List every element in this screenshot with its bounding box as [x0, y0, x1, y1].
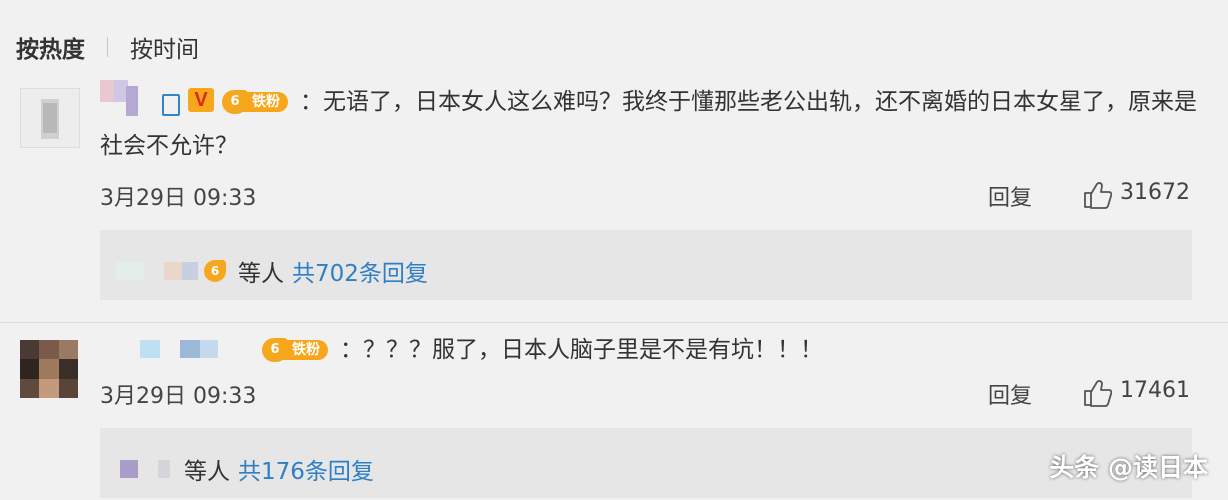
- reply-summary: 6 等人 共702条回复: [116, 254, 428, 288]
- comment-text: ：？？？服了，日本人脑子里是不是有坑！！！: [340, 337, 823, 363]
- replier-nickname: [116, 262, 144, 280]
- sort-by-hot-tab[interactable]: 按热度: [16, 30, 85, 64]
- watermark: 头条 @读日本: [1049, 453, 1208, 482]
- reply-count-prefix: 等人: [184, 459, 230, 485]
- comment-date: 3月29日 09:33: [100, 186, 257, 211]
- crown-level-icon: 6: [204, 260, 226, 282]
- reply-button[interactable]: 回复: [988, 378, 1032, 410]
- reply-summary: 等人 共176条回复: [120, 452, 374, 486]
- comment-divider: [0, 322, 1228, 323]
- replier-nickname: [120, 460, 138, 478]
- like-count: 31672: [1120, 180, 1190, 205]
- reply-count-prefix: 等人: [238, 261, 284, 287]
- replier-nickname: [182, 262, 198, 280]
- sort-bar: 按热度 按时间: [16, 30, 199, 64]
- view-replies-link[interactable]: 共176条回复: [238, 452, 374, 486]
- sort-by-time-tab[interactable]: 按时间: [130, 30, 199, 64]
- like-count: 17461: [1120, 378, 1190, 403]
- reply-button[interactable]: 回复: [988, 180, 1032, 212]
- comment-text: ：无语了，日本女人这么难吗？我终于懂那些老公出轨，还不离婚的日本女星了，原来是社…: [100, 89, 1197, 159]
- replier-nickname: [164, 262, 182, 280]
- avatar[interactable]: [20, 340, 78, 398]
- avatar-image-detail: [43, 103, 57, 133]
- comment-date: 3月29日 09:33: [100, 384, 257, 409]
- avatar[interactable]: [20, 88, 80, 148]
- view-replies-link[interactable]: 共702条回复: [292, 254, 428, 288]
- thumbs-up-icon[interactable]: [1082, 180, 1112, 210]
- replier-nickname: [158, 460, 170, 478]
- sort-divider: [107, 37, 108, 57]
- thumbs-up-icon[interactable]: [1082, 378, 1112, 408]
